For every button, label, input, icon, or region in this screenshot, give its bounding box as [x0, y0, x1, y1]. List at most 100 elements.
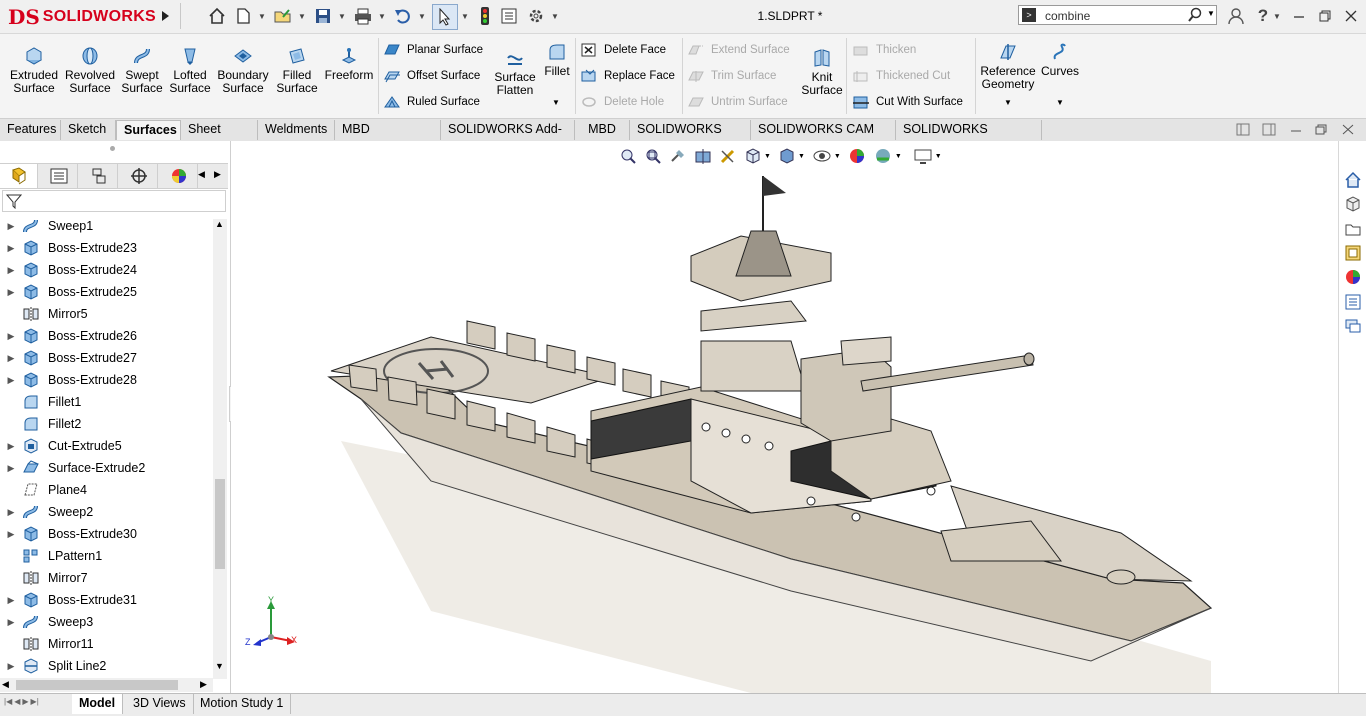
tab-3d-views[interactable]: 3D Views	[126, 694, 194, 714]
tabs-scroll-left-icon[interactable]: ◀	[198, 169, 205, 180]
display-manager-tab-icon[interactable]	[160, 164, 198, 188]
thicken-button[interactable]: Thicken	[852, 41, 916, 59]
tree-item[interactable]: ▶ Split Line2	[0, 655, 214, 677]
tab-nav-arrows[interactable]: |◀ ◀ ▶ ▶|	[4, 697, 39, 706]
custom-properties-icon[interactable]	[1342, 291, 1364, 313]
ship-3d-model[interactable]	[231, 141, 1338, 693]
tree-horizontal-scrollbar[interactable]: ◀ ▶	[0, 678, 213, 692]
filled-surface-button[interactable]: Filled Surface	[273, 46, 321, 95]
tree-item[interactable]: ▶ Boss-Extrude24	[0, 259, 214, 281]
home-icon[interactable]	[206, 6, 228, 26]
revolved-surface-button[interactable]: Revolved Surface	[63, 46, 117, 95]
tree-item[interactable]: ▶ Sweep1	[0, 215, 214, 237]
last-tab-icon[interactable]: ▶|	[31, 697, 39, 706]
tab-mbd[interactable]: MBD	[575, 120, 630, 140]
lofted-surface-button[interactable]: Lofted Surface	[167, 46, 213, 95]
search-icon[interactable]	[1187, 7, 1203, 23]
panel-grip-handle[interactable]	[110, 146, 115, 151]
file-properties-icon[interactable]	[498, 6, 520, 26]
file-explorer-icon[interactable]	[1342, 218, 1364, 240]
thickened-cut-button[interactable]: Thickened Cut	[852, 67, 950, 85]
open-folder-icon[interactable]	[272, 6, 294, 26]
doc-minimize-icon[interactable]	[1289, 123, 1303, 136]
new-document-icon[interactable]	[232, 6, 254, 26]
tab-solidworks-add-ins[interactable]: SOLIDWORKS Add-Ins	[441, 120, 575, 155]
options-gear-icon[interactable]	[525, 6, 547, 26]
doc-close-icon[interactable]	[1341, 123, 1355, 136]
tree-item[interactable]: ▶ Sweep3	[0, 611, 214, 633]
expand-arrow-icon[interactable]: ▶	[0, 287, 22, 298]
expand-arrow-icon[interactable]: ▶	[0, 221, 22, 232]
tab-solidworks-inspection[interactable]: SOLIDWORKS Inspection	[896, 120, 1042, 155]
tree-item[interactable]: ▶ Boss-Extrude26	[0, 325, 214, 347]
tab-motion-study-1[interactable]: Motion Study 1	[193, 694, 292, 714]
expand-arrow-icon[interactable]: ▶	[0, 375, 22, 386]
knit-surface-button[interactable]: Knit Surface	[800, 48, 844, 97]
scroll-left-icon[interactable]: ◀	[2, 679, 9, 690]
tree-item[interactable]: Fillet1	[0, 391, 214, 413]
close-icon[interactable]	[1340, 6, 1362, 26]
expand-arrow-icon[interactable]: ▶	[0, 661, 22, 672]
expand-arrow-icon[interactable]: ▶	[0, 529, 22, 540]
tab-mbd-dimensions[interactable]: MBD Dimensions	[335, 120, 441, 155]
filter-funnel-icon[interactable]	[6, 193, 22, 209]
freeform-button[interactable]: Freeform	[322, 46, 376, 82]
graphics-area[interactable]: ▼ ▼ ▼ ▼ ▼ Y X Z	[231, 141, 1338, 693]
chevron-down-icon[interactable]: ▼	[552, 98, 560, 107]
restore-icon[interactable]	[1314, 6, 1336, 26]
appearances-scenes-icon[interactable]	[1342, 266, 1364, 288]
tree-item[interactable]: Fillet2	[0, 413, 214, 435]
cut-with-surface-button[interactable]: Cut With Surface	[852, 93, 963, 111]
tree-item[interactable]: Mirror7	[0, 567, 214, 589]
chevron-down-icon[interactable]: ▼	[258, 12, 266, 21]
extruded-surface-button[interactable]: Extruded Surface	[6, 46, 62, 95]
expand-arrow-icon[interactable]: ▶	[0, 463, 22, 474]
rebuild-traffic-light-icon[interactable]	[474, 6, 496, 26]
tree-item[interactable]: Plane4	[0, 479, 214, 501]
dimxpert-manager-tab-icon[interactable]	[120, 164, 158, 188]
ruled-surface-button[interactable]: Ruled Surface	[383, 93, 480, 111]
undo-icon[interactable]	[392, 6, 414, 26]
expand-arrow-icon[interactable]: ▶	[0, 617, 22, 628]
tree-item[interactable]: Mirror5	[0, 303, 214, 325]
chevron-down-icon[interactable]: ▼	[418, 12, 426, 21]
expand-arrow-icon[interactable]: ▶	[0, 595, 22, 606]
forum-icon[interactable]	[1342, 315, 1364, 337]
tab-sheet-metal[interactable]: Sheet Metal	[181, 120, 258, 155]
view-palette-icon[interactable]	[1342, 242, 1364, 264]
minimize-icon[interactable]	[1288, 6, 1310, 26]
planar-surface-button[interactable]: Planar Surface	[383, 41, 483, 59]
tab-surfaces[interactable]: Surfaces	[116, 120, 181, 140]
tree-item[interactable]: ▶ Boss-Extrude28	[0, 369, 214, 391]
configuration-manager-tab-icon[interactable]	[80, 164, 118, 188]
property-manager-tab-icon[interactable]	[40, 164, 78, 188]
scroll-up-icon[interactable]: ▲	[215, 219, 224, 229]
tabs-scroll-right-icon[interactable]: ▶	[214, 169, 221, 180]
chevron-down-icon[interactable]: ▼	[461, 12, 469, 21]
tree-item[interactable]: ▶ Boss-Extrude25	[0, 281, 214, 303]
expand-arrow-icon[interactable]: ▶	[0, 353, 22, 364]
scrollbar-thumb[interactable]	[16, 680, 178, 690]
solidworks-resources-icon[interactable]	[1342, 169, 1364, 191]
design-library-icon[interactable]	[1342, 193, 1364, 215]
delete-face-button[interactable]: Delete Face	[580, 41, 666, 59]
curves-button[interactable]: Curves	[1040, 42, 1080, 78]
scroll-right-icon[interactable]: ▶	[200, 679, 207, 690]
delete-hole-button[interactable]: Delete Hole	[580, 93, 664, 111]
scrollbar-thumb[interactable]	[215, 479, 225, 569]
chevron-down-icon[interactable]: ▼	[1004, 98, 1012, 107]
expand-arrow-icon[interactable]: ▶	[0, 331, 22, 342]
tab-solidworks-cam[interactable]: SOLIDWORKS CAM	[630, 120, 751, 155]
chevron-down-icon[interactable]: ▼	[551, 12, 559, 21]
offset-surface-button[interactable]: Offset Surface	[383, 67, 480, 85]
trim-surface-button[interactable]: Trim Surface	[687, 67, 776, 85]
next-tab-icon[interactable]: ▶	[22, 697, 28, 706]
doc-restore-icon[interactable]	[1314, 123, 1328, 136]
tab-sketch[interactable]: Sketch	[61, 120, 116, 140]
expand-arrow-icon[interactable]: ▶	[0, 243, 22, 254]
tab-model[interactable]: Model	[72, 694, 124, 714]
chevron-down-icon[interactable]: ▼	[1207, 9, 1215, 18]
tab-weldments[interactable]: Weldments	[258, 120, 335, 140]
chevron-down-icon[interactable]: ▼	[378, 12, 386, 21]
expand-arrow-icon[interactable]: ▶	[0, 507, 22, 518]
